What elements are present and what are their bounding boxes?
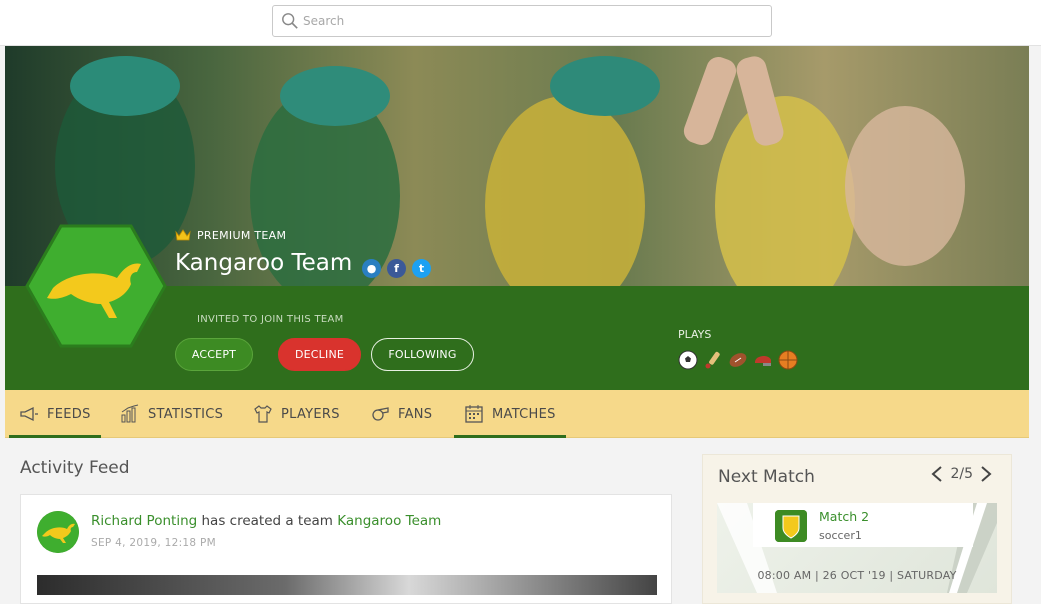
soccer-ball-icon [678, 350, 698, 370]
plays-label: PLAYS [678, 328, 712, 341]
avatar[interactable] [37, 511, 79, 553]
team-logo [25, 222, 167, 350]
match-page-indicator: 2/5 [950, 466, 973, 482]
whistle-icon [372, 407, 389, 421]
team-tabs: FEEDS STATISTICS PLAYERS FANS MATCHES [5, 390, 1029, 438]
tab-feeds-label: FEEDS [47, 406, 91, 422]
social-links: ● f t [362, 259, 431, 278]
chevron-right-icon[interactable] [979, 465, 993, 483]
tab-players[interactable]: PLAYERS [253, 390, 340, 438]
match-team-logo [775, 510, 807, 542]
feed-actor-link[interactable]: Richard Ponting [91, 513, 197, 529]
tab-matches-label: MATCHES [492, 406, 556, 422]
tab-players-label: PLAYERS [281, 406, 340, 422]
chevron-left-icon[interactable] [930, 465, 944, 483]
decline-button[interactable]: DECLINE [278, 338, 361, 371]
facebook-icon[interactable]: f [387, 259, 406, 278]
tab-fans-label: FANS [398, 406, 433, 422]
match-sport: soccer1 [819, 529, 862, 542]
search-input[interactable] [303, 10, 753, 32]
cricket-helmet-icon [753, 350, 773, 370]
feed-action: has created a team [201, 513, 333, 529]
top-bar [0, 0, 1041, 46]
team-name: Kangaroo Team [175, 250, 353, 276]
feed-date: SEP 4, 2019, 12:18 PM [91, 537, 217, 549]
tab-matches[interactable]: MATCHES [454, 390, 566, 438]
megaphone-icon [20, 406, 38, 422]
accept-button[interactable]: ACCEPT [175, 338, 253, 371]
website-icon[interactable]: ● [362, 259, 381, 278]
match-pager: 2/5 [930, 465, 993, 483]
next-match-card: Next Match 2/5 Match 2 soccer1 08:00 AM … [702, 454, 1012, 604]
next-match-title: Next Match [718, 467, 815, 487]
match-name[interactable]: Match 2 [819, 509, 869, 524]
tab-statistics-label: STATISTICS [148, 406, 224, 422]
rugby-ball-icon [728, 350, 748, 370]
search-box[interactable] [272, 5, 772, 37]
bar-chart-icon [121, 404, 139, 423]
following-button[interactable]: FOLLOWING [371, 338, 474, 371]
calendar-icon [465, 405, 483, 423]
feed-text: Richard Ponting has created a team Kanga… [91, 513, 441, 529]
feed-image[interactable] [37, 575, 657, 595]
twitter-icon[interactable]: t [412, 259, 431, 278]
premium-label: PREMIUM TEAM [197, 228, 287, 242]
search-icon [282, 13, 298, 29]
basketball-icon [778, 350, 798, 370]
tab-feeds[interactable]: FEEDS [9, 390, 101, 438]
sports-list [678, 350, 798, 370]
crown-icon [175, 229, 191, 241]
invite-label: INVITED TO JOIN THIS TEAM [197, 314, 344, 325]
tab-fans[interactable]: FANS [370, 390, 432, 438]
cricket-bat-icon [703, 350, 723, 370]
premium-badge: PREMIUM TEAM [175, 228, 286, 242]
match-datetime: 08:00 AM | 26 OCT '19 | SATURDAY [757, 569, 957, 582]
tab-statistics[interactable]: STATISTICS [120, 390, 223, 438]
feed-target-link[interactable]: Kangaroo Team [337, 513, 441, 529]
match-item[interactable]: Match 2 soccer1 08:00 AM | 26 OCT '19 | … [717, 503, 997, 593]
activity-feed-title: Activity Feed [20, 458, 130, 478]
jersey-icon [254, 405, 272, 423]
